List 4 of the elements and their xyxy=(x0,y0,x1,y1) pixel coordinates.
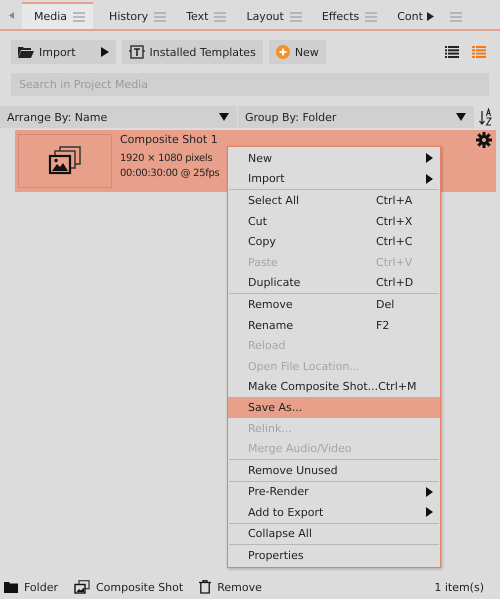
item-count: 1 item(s) xyxy=(434,580,485,594)
media-duration: 00:00:30:00 @ 25fps xyxy=(120,168,220,180)
media-resolution: 1920 × 1080 pixels xyxy=(120,153,214,165)
media-name: Composite Shot 1 xyxy=(120,133,219,146)
